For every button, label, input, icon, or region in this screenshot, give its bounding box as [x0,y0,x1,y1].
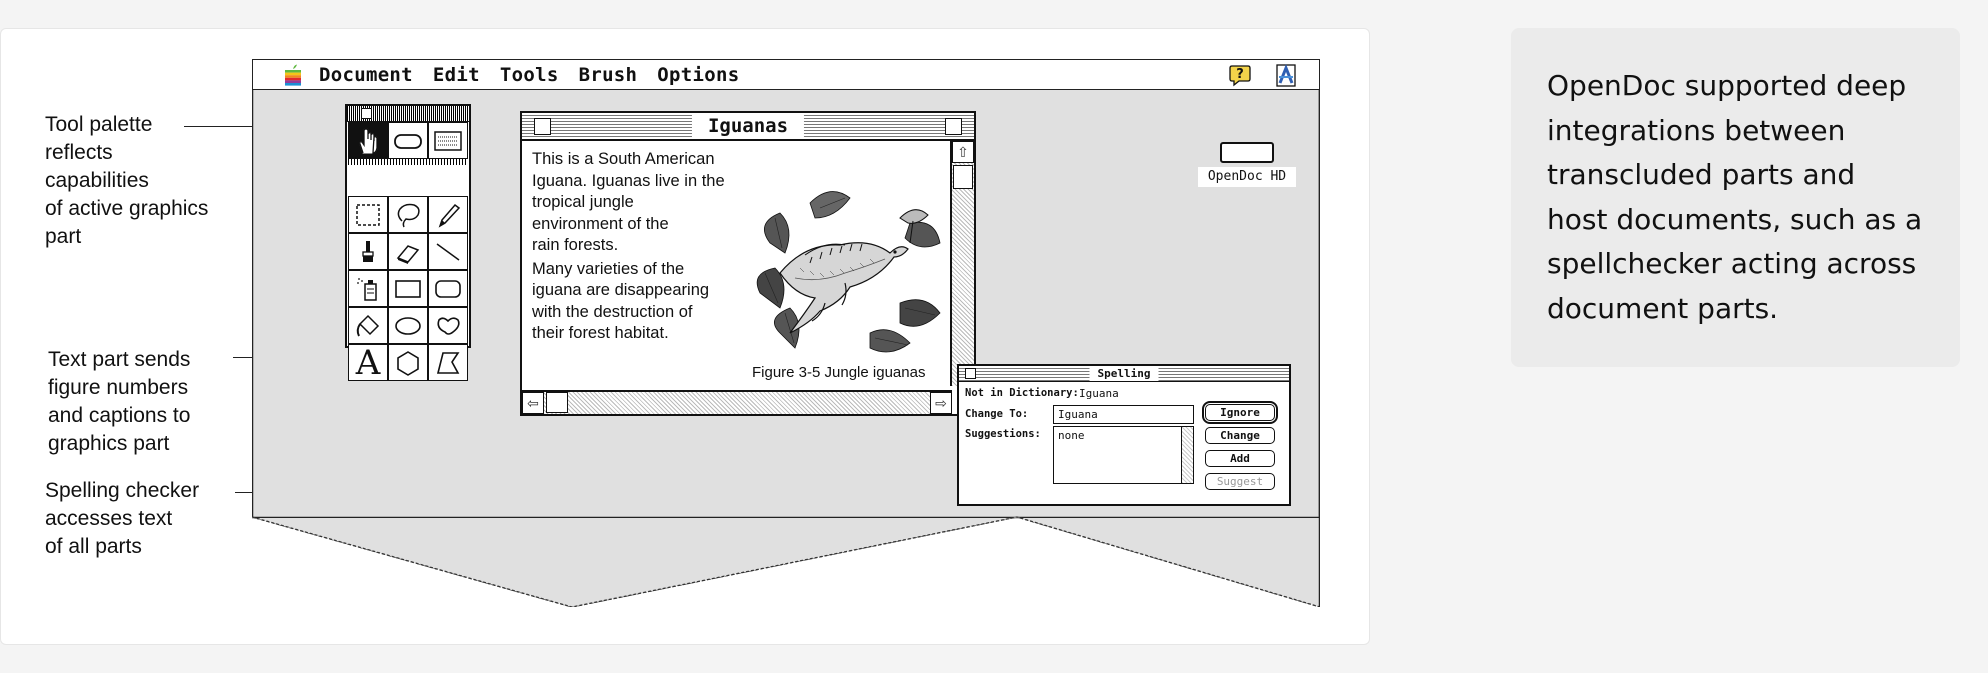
text-line: iguana are disappearing [532,281,710,299]
pencil-tool-icon[interactable] [428,196,468,233]
palette-separator [348,159,468,165]
palette-title-bar[interactable] [347,106,469,122]
tool-palette: A [345,104,471,381]
not-in-dictionary-value: Iguana [1079,387,1119,400]
add-button[interactable]: Add [1205,450,1275,467]
polygon-tool-icon[interactable] [388,344,428,381]
rounded-rectangle-tool-icon[interactable] [428,270,468,307]
rectangle-tool-icon[interactable] [388,270,428,307]
suggestions-scrollbar[interactable] [1181,427,1193,483]
annotation-line: Spelling checker [45,479,200,502]
horizontal-scrollbar[interactable]: ⇦ ⇨ [522,390,952,414]
scroll-up-arrow-icon[interactable]: ⇧ [952,141,974,163]
line-tool-icon[interactable] [428,233,468,270]
suggestions-list[interactable]: none [1053,426,1194,484]
oval-tool-icon[interactable] [388,307,428,344]
spelling-close-box[interactable] [965,368,976,379]
hard-disk-label[interactable]: OpenDoc HD [1198,167,1296,187]
window-zoom-box[interactable] [945,118,962,135]
annotation-tool-palette: Tool palette reflects capabilities of ac… [45,111,208,251]
document-title: Iguanas [691,115,805,137]
annotation-line: accesses text [45,507,173,530]
freeform-shape-tool-icon[interactable] [428,307,468,344]
lasso-tool-icon[interactable] [388,196,428,233]
marquee-grid-tool-icon[interactable] [428,122,468,159]
text-line: with the destruction of [532,302,693,321]
ignore-button[interactable]: Ignore [1202,401,1278,424]
application-icon[interactable] [1274,63,1298,87]
spelling-title-bar[interactable]: Spelling [959,366,1289,382]
hard-disk-icon[interactable] [1220,142,1274,163]
suggest-button[interactable]: Suggest [1205,473,1275,490]
spray-can-tool-icon[interactable] [348,270,388,307]
menu-options[interactable]: Options [657,64,739,86]
window-close-box[interactable] [534,118,551,135]
suggestion-item[interactable]: none [1058,429,1085,442]
scroll-left-arrow-icon[interactable]: ⇦ [522,392,544,414]
free-polygon-tool-icon[interactable] [428,344,468,381]
annotation-line: graphics part [48,432,170,455]
caption-text: OpenDoc supported deep integrations betw… [1547,69,1923,325]
text-line: This is a South American [532,150,715,168]
change-to-field[interactable]: Iguana [1053,405,1194,424]
horizontal-scroll-thumb[interactable] [546,392,568,413]
annotation-line: Tool palette [45,113,153,136]
iguana-illustration[interactable] [750,183,950,363]
annotation-line: and captions to [48,404,191,427]
document-title-bar[interactable]: Iguanas [522,113,974,141]
annotation-line: reflects [45,141,113,164]
annotation-line: Text part sends [48,348,191,371]
change-button[interactable]: Change [1205,427,1275,444]
annotation-text-part: Text part sends figure numbers and capti… [48,346,190,458]
annotation-spelling: Spelling checker accesses text of all pa… [45,477,199,561]
text-part[interactable]: This is a South American Iguana. Iguanas… [532,149,772,345]
annotation-line: of active graphics [45,197,209,220]
menu-edit[interactable]: Edit [433,64,480,86]
text-line: Iguana. Iguanas live in the [532,171,725,190]
apple-icon[interactable] [283,64,303,86]
hand-tool-icon[interactable] [348,122,388,159]
text-line: Many varieties of the [532,259,685,278]
annotation-line: part [45,225,82,248]
document-content[interactable]: This is a South American Iguana. Iguanas… [530,149,950,381]
palette-close-box[interactable] [361,108,372,119]
annotation-line: of all parts [45,535,142,558]
vertical-scroll-thumb[interactable] [953,165,973,189]
figure-caption: Figure 3-5 Jungle iguanas [752,364,926,381]
annotation-line: figure numbers [48,376,189,399]
eraser-tool-icon[interactable] [388,233,428,270]
suggestions-label: Suggestions: [965,428,1041,440]
spelling-dialog: Spelling Not in Dictionary: Iguana Chang… [957,364,1291,506]
scroll-right-arrow-icon[interactable]: ⇨ [930,392,952,414]
not-in-dictionary-label: Not in Dictionary: [965,387,1079,399]
vertical-scrollbar[interactable]: ⇧ [950,141,974,386]
text-line: their forest habitat. [532,324,669,342]
text-line: environment of the [532,214,669,233]
menu-brush[interactable]: Brush [579,64,638,86]
brush-tool-icon[interactable] [348,233,388,270]
text-tool-icon[interactable]: A [348,344,388,381]
iguanas-document-window: Iguanas This is a South American Iguana.… [520,111,976,416]
menubar: Document Edit Tools Brush Options ? [253,60,1319,90]
annotation-line: capabilities [45,169,149,192]
rounded-select-tool-icon[interactable] [388,122,428,159]
menu-tools[interactable]: Tools [500,64,559,86]
paint-bucket-tool-icon[interactable] [348,307,388,344]
menu-document[interactable]: Document [319,64,413,86]
spelling-title: Spelling [1089,366,1159,381]
text-line: rain forests. [532,236,619,254]
change-to-label: Change To: [965,408,1029,420]
rect-select-tool-icon[interactable] [348,196,388,233]
help-icon[interactable]: ? [1228,63,1252,87]
svg-text:?: ? [1236,67,1244,82]
mac-screen: Document Edit Tools Brush Options ? Open… [252,59,1320,607]
text-line: tropical jungle [532,193,634,211]
caption-card: OpenDoc supported deep integrations betw… [1511,28,1960,367]
